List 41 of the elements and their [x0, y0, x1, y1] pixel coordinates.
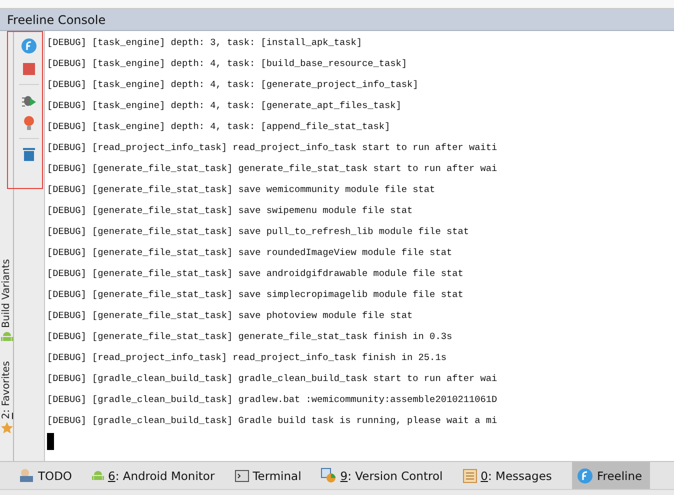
panel-title: Freeline Console: [7, 12, 106, 26]
terminal-icon: [234, 468, 249, 482]
messages-icon: [462, 468, 477, 482]
console-line: [DEBUG] [gradle_clean_build_task] gradlew.bat :wemicommunity:assemble2010211061D: [47, 393, 498, 407]
console-line: [DEBUG] [gradle_clean_build_task] gradle_clean_build_task start to run after wai: [47, 372, 498, 386]
android-icon: [0, 330, 12, 343]
tool-window-tab[interactable]: Terminal: [234, 462, 310, 489]
side-tab[interactable]: Build Variants: [0, 259, 13, 343]
freeline-logo-icon: [576, 468, 593, 484]
console-line: [DEBUG] [task_engine] depth: 4, task: [generate_apt_files_task]: [47, 99, 402, 113]
tool-window-tab[interactable]: 9: Version Control: [321, 462, 451, 489]
tool-window-tab[interactable]: 6: Android Monitor: [92, 462, 223, 489]
console-line: [DEBUG] [generate_file_stat_task] save simplecropimagelib module file stat: [47, 288, 464, 302]
console-line: [DEBUG] [generate_file_stat_task] save swipemenu module file stat: [47, 204, 414, 218]
console-line: [DEBUG] [read_project_info_task] read_project_info_task finish in 25.1s: [47, 351, 448, 365]
trash-icon[interactable]: [21, 146, 37, 162]
tool-window-tab[interactable]: 0: Messages: [462, 462, 560, 489]
console-line: [DEBUG] [task_engine] depth: 4, task: [generate_project_info_task]: [47, 78, 420, 92]
console-line: [DEBUG] [generate_file_stat_task] generate_file_stat_task finish in 0.3s: [47, 330, 454, 344]
tool-window-tab[interactable]: TODO: [19, 462, 80, 489]
console-line: [DEBUG] [generate_file_stat_task] save roundedImageView module file stat: [47, 246, 454, 260]
android-icon: [92, 470, 104, 482]
star-icon: [0, 422, 12, 434]
stop-icon[interactable]: [21, 61, 37, 77]
todo-icon: [19, 468, 34, 483]
text-cursor: [47, 433, 54, 450]
console-line: [DEBUG] [task_engine] depth: 4, task: [append_file_stat_task]: [47, 120, 392, 134]
console-line: [DEBUG] [read_project_info_task] read_project_info_task start to run after waiti: [47, 141, 498, 155]
version-control-icon: [321, 468, 336, 483]
tool-window-tab[interactable]: Freeline: [572, 462, 650, 489]
console-line: [DEBUG] [gradle_clean_build_task] Gradle build task is running, please wait a mi: [47, 414, 498, 428]
console-line: [DEBUG] [generate_file_stat_task] save photoview module file stat: [47, 309, 414, 323]
console-line: [DEBUG] [generate_file_stat_task] save pull_to_refresh_lib module file stat: [47, 225, 470, 239]
console-line: [DEBUG] [generate_file_stat_task] save wemicommunity module file stat: [47, 183, 436, 197]
console-line: [DEBUG] [task_engine] depth: 4, task: [build_base_resource_task]: [47, 57, 408, 71]
freeline-logo-icon: [21, 38, 37, 54]
side-tab[interactable]: 2: Favorites: [0, 360, 13, 434]
lightbulb-icon[interactable]: [21, 115, 37, 131]
console-line: [DEBUG] [generate_file_stat_task] generate_file_stat_task start to run after wai: [47, 162, 498, 176]
console-line: [DEBUG] [generate_file_stat_task] save androidgifdrawable module file stat: [47, 267, 464, 281]
console-line: [DEBUG] [task_engine] depth: 3, task: [install_apk_task]: [47, 36, 364, 50]
